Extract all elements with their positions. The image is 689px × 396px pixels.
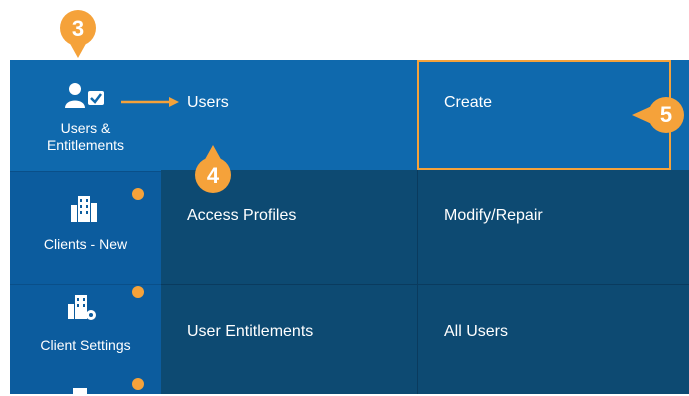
sidebar: Users & Entitlements Clients - New Clien… <box>10 60 161 396</box>
menu-item-access-profiles[interactable]: Access Profiles <box>187 207 296 225</box>
callout-number: 4 <box>206 163 220 188</box>
notification-dot <box>132 188 144 200</box>
callout-marker-3: 3 <box>58 8 98 60</box>
menu-panel: Users Access Profiles User Entitlements … <box>161 60 689 394</box>
menu-item-all-users[interactable]: All Users <box>444 323 508 341</box>
sidebar-item-client-settings[interactable]: Client Settings <box>10 285 161 396</box>
menu-item-users[interactable]: Users <box>187 94 229 112</box>
menu-item-user-entitlements[interactable]: User Entitlements <box>187 323 313 341</box>
notification-dot <box>132 378 144 390</box>
sidebar-item-label: Users & <box>60 120 111 136</box>
divider <box>161 284 689 285</box>
callout-number: 3 <box>71 16 85 41</box>
sidebar-item-label: Entitlements <box>46 137 125 153</box>
pointer-arrow <box>121 97 179 107</box>
sidebar-item-label: Clients - New <box>43 236 128 252</box>
menu-item-modify-repair[interactable]: Modify/Repair <box>444 207 543 225</box>
building-icon <box>71 196 97 222</box>
callout-number: 5 <box>659 102 673 127</box>
user-check-icon <box>65 83 104 108</box>
divider <box>417 170 418 394</box>
callout-marker-4: 4 <box>193 143 233 195</box>
building-icon <box>73 388 87 396</box>
callout-marker-5: 5 <box>628 96 686 134</box>
sidebar-item-label: Client Settings <box>40 337 131 353</box>
building-gear-icon <box>68 295 96 320</box>
sidebar-item-clients-new[interactable]: Clients - New <box>10 172 161 284</box>
sidebar-item-users-entitlements[interactable]: Users & Entitlements <box>10 60 161 171</box>
notification-dot <box>132 286 144 298</box>
